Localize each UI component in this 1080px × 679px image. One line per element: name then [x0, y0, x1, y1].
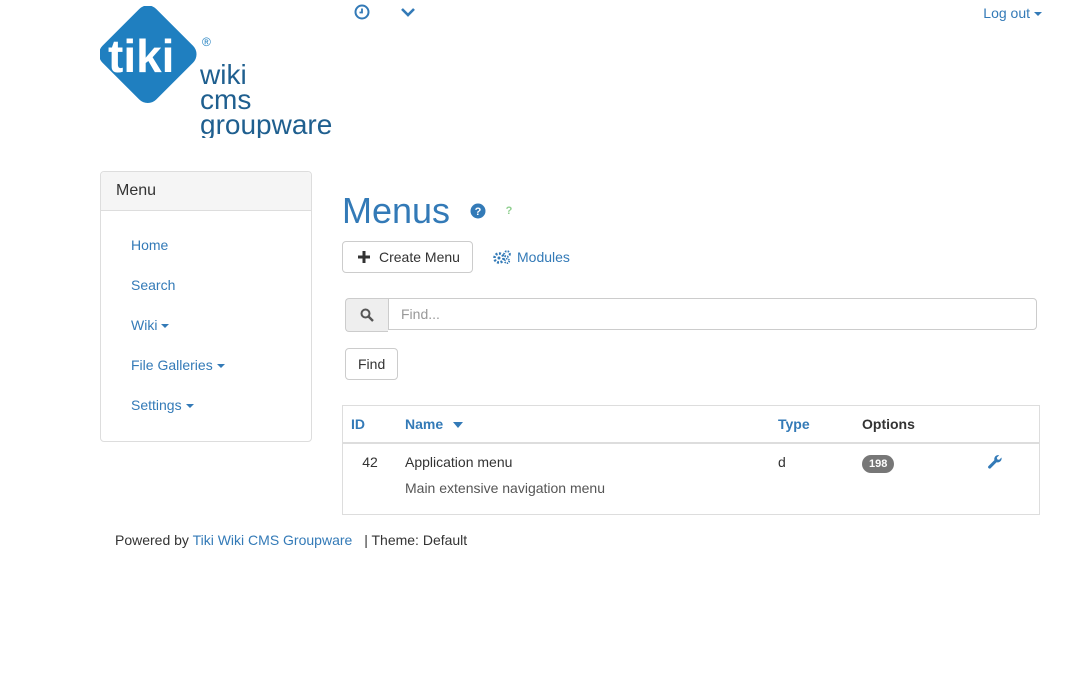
caret-down-icon	[161, 324, 170, 329]
cell-type: d	[778, 454, 786, 470]
question-mark-icon[interactable]: ?	[504, 204, 514, 219]
sidebar-item-settings[interactable]: Settings	[131, 397, 194, 413]
sidebar-nav: Home Search Wiki File Galleries Settings	[101, 211, 311, 425]
tiki-logo[interactable]: tiki ® wiki cms groupware	[98, 5, 342, 140]
options-count-badge[interactable]: 198	[862, 455, 895, 473]
footer-tiki-link[interactable]: Tiki Wiki CMS Groupware	[193, 532, 353, 548]
menu-name: Application menu	[405, 454, 513, 470]
sidebar-title: Menu	[101, 172, 311, 211]
plus-icon	[358, 251, 370, 263]
sort-desc-icon	[453, 422, 464, 429]
svg-text:?: ?	[475, 206, 482, 218]
chevron-down-icon[interactable]	[400, 4, 416, 20]
footer-theme: | Theme: Default	[364, 532, 468, 548]
table-header-row: ID Name Type Options	[342, 405, 1040, 444]
top-icon-bar	[354, 4, 416, 20]
svg-text:?: ?	[506, 205, 513, 216]
tiki-logo-graphic: tiki ® wiki cms groupware	[98, 5, 332, 140]
caret-down-icon	[216, 364, 225, 369]
sidebar-menu-panel: Menu Home Search Wiki File Galleries Set…	[100, 171, 312, 442]
menu-description: Main extensive navigation menu	[405, 480, 606, 496]
cell-id: 42	[362, 454, 378, 470]
table-row: 42 Application menu Main extensive navig…	[343, 443, 1040, 515]
logo-brand-text: tiki	[108, 30, 174, 82]
logout-dropdown[interactable]: Log out	[983, 5, 1042, 21]
sidebar-item-wiki[interactable]: Wiki	[131, 317, 170, 333]
modules-link[interactable]: Modules	[493, 249, 570, 265]
sidebar-item-search[interactable]: Search	[131, 277, 175, 293]
help-icon[interactable]: ?	[470, 203, 486, 219]
search-icon	[360, 308, 374, 322]
sidebar-item-home[interactable]: Home	[131, 237, 168, 253]
cell-options: 198	[854, 443, 975, 515]
col-header-id[interactable]: ID	[342, 405, 397, 444]
sidebar-item-file-galleries[interactable]: File Galleries	[131, 357, 225, 373]
footer: Powered by Tiki Wiki CMS Groupware | The…	[115, 532, 468, 548]
col-header-type[interactable]: Type	[770, 405, 854, 444]
clock-icon[interactable]	[354, 4, 370, 20]
page-title-row: Menus ? ?	[342, 190, 514, 232]
create-menu-button[interactable]: Create Menu	[342, 241, 473, 273]
col-header-options: Options	[854, 405, 975, 444]
col-header-actions	[975, 405, 1040, 444]
search-addon	[345, 298, 388, 332]
caret-down-icon	[185, 404, 194, 409]
gears-icon	[493, 250, 511, 264]
col-header-name[interactable]: Name	[397, 405, 770, 444]
find-button[interactable]: Find	[345, 348, 399, 380]
cell-actions	[975, 443, 1040, 515]
svg-text:®: ®	[202, 35, 211, 49]
search-input[interactable]	[388, 298, 1037, 330]
wrench-icon[interactable]	[987, 454, 1003, 473]
search-group	[345, 298, 1037, 332]
page-title[interactable]: Menus	[342, 190, 450, 232]
cell-name: Application menu Main extensive navigati…	[397, 443, 770, 515]
menus-table: ID Name Type Options 42 Application menu…	[342, 405, 1040, 515]
caret-down-icon	[1034, 12, 1042, 17]
svg-text:groupware: groupware	[200, 109, 332, 138]
